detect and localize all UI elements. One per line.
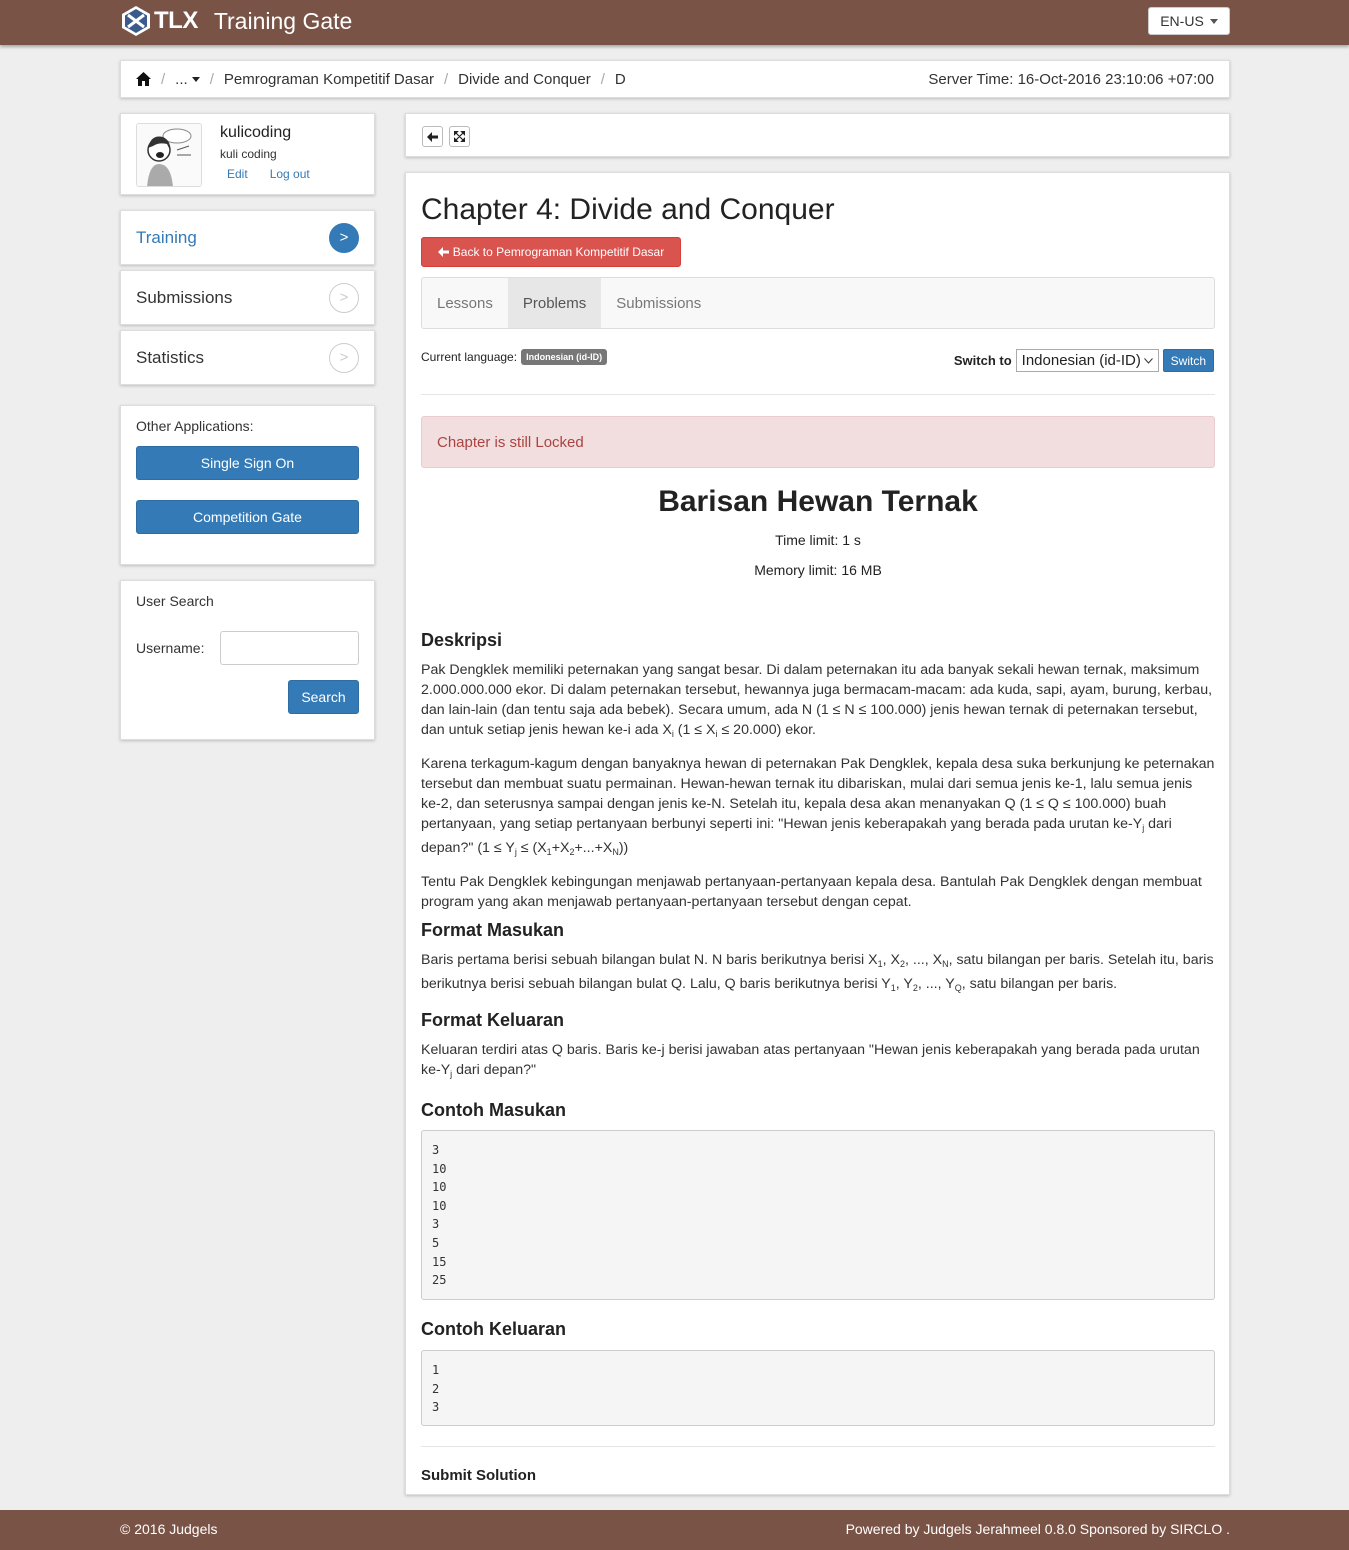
back-arrow-icon <box>437 247 449 257</box>
sidebar-item-statistics[interactable]: Statistics > <box>120 330 375 385</box>
locked-alert: Chapter is still Locked <box>421 416 1215 468</box>
sidebar-item-label: Statistics <box>136 347 205 367</box>
avatar-illustration-icon <box>137 124 201 186</box>
tlx-logo-icon <box>122 6 150 36</box>
tab-problems[interactable]: Problems <box>507 278 602 328</box>
problem-title: Barisan Hewan Ternak <box>658 485 978 518</box>
chevron-right-icon: > <box>329 342 359 373</box>
breadcrumb-more-label: ... <box>175 70 188 88</box>
server-time: Server Time: 16-Oct-2016 23:10:06 +07:00 <box>928 70 1214 88</box>
home-icon[interactable] <box>136 72 151 86</box>
description-paragraph: Pak Dengklek memiliki peternakan yang sa… <box>421 662 1213 739</box>
chevron-right-icon: > <box>329 282 359 313</box>
language-select-value: Indonesian (id-ID) <box>1021 352 1141 369</box>
tab-lessons[interactable]: Lessons <box>422 278 508 328</box>
breadcrumb-separator: / <box>209 70 214 88</box>
language-dropdown[interactable]: EN-US <box>1148 7 1230 35</box>
chapter-tabs: Lessons Problems Submissions <box>421 277 1215 329</box>
sample-output-heading: Contoh Keluaran <box>421 1319 567 1339</box>
language-switch: Switch to Indonesian (id-ID) Switch <box>954 349 1214 372</box>
user-search-title: User Search <box>136 593 214 609</box>
brand-logo-link[interactable]: TLX Training Gate <box>120 5 352 37</box>
user-search-panel: User Search Username: Search <box>120 580 375 740</box>
output-format-section: Format Keluaran Keluaran terdiri atas Q … <box>421 1010 1215 1094</box>
footer-powered-by: Powered by Judgels Jerahmeel 0.8.0 Spons… <box>845 1521 1230 1537</box>
output-format-heading: Format Keluaran <box>421 1010 565 1030</box>
back-to-course-label: Back to Pemrograman Kompetitif Dasar <box>452 245 665 259</box>
time-limit: Time limit: 1 s <box>775 532 861 548</box>
submit-solution-heading: Submit Solution <box>421 1467 536 1484</box>
user-links: Edit Log out <box>227 167 310 181</box>
user-card: kulicoding kuli coding Edit Log out <box>120 113 375 195</box>
username-label: Username: <box>136 640 205 656</box>
main-content-panel: Chapter 4: Divide and Conquer Back to Pe… <box>405 172 1230 1495</box>
switch-language-button[interactable]: Switch <box>1162 349 1214 372</box>
chapter-title: Chapter 4: Divide and Conquer <box>421 193 835 226</box>
switch-to-label: Switch to <box>953 353 1012 368</box>
footer: © 2016 Judgels Powered by Judgels Jerahm… <box>0 1510 1349 1550</box>
back-to-course-button[interactable]: Back to Pemrograman Kompetitif Dasar <box>421 237 681 267</box>
current-language: Current language: Indonesian (id-ID) <box>421 349 608 365</box>
description-heading: Deskripsi <box>421 630 503 650</box>
top-navbar: TLX Training Gate EN-US <box>0 0 1349 45</box>
chevron-down-icon <box>1143 357 1153 364</box>
input-format-heading: Format Masukan <box>421 920 565 940</box>
user-fullname: kuli coding <box>220 147 277 161</box>
sample-output-block: 123 <box>421 1350 1215 1426</box>
memory-limit: Memory limit: 16 MB <box>754 562 882 578</box>
fullscreen-icon[interactable] <box>449 126 470 147</box>
caret-down-icon <box>1209 18 1218 24</box>
sidebar-item-training[interactable]: Training > <box>120 210 375 265</box>
breadcrumb-separator: / <box>161 70 166 88</box>
breadcrumb: / ... / Pemrograman Kompetitif Dasar / D… <box>120 60 1230 98</box>
output-format-text: Keluaran terdiri atas Q baris. Baris ke-… <box>421 1042 1200 1079</box>
breadcrumb-more[interactable]: ... <box>175 71 200 88</box>
language-label: EN-US <box>1160 13 1204 29</box>
sample-output-section: Contoh Keluaran <box>421 1319 1215 1349</box>
description-section: Deskripsi Pak Dengklek memiliki peternak… <box>421 630 1215 922</box>
sample-input-heading: Contoh Masukan <box>421 1100 567 1120</box>
edit-profile-link[interactable]: Edit <box>227 167 248 181</box>
sidebar-item-label: Submissions <box>136 287 233 307</box>
divider <box>421 394 1215 395</box>
app-name: Training Gate <box>213 7 353 34</box>
breadcrumb-problem: D <box>614 70 626 88</box>
breadcrumb-separator: / <box>600 70 605 88</box>
sidebar-item-submissions[interactable]: Submissions > <box>120 270 375 325</box>
back-arrow-icon[interactable] <box>422 126 443 147</box>
logo-text: TLX <box>154 7 198 34</box>
sidebar-item-label: Training <box>136 227 197 247</box>
breadcrumb-chapter[interactable]: Divide and Conquer <box>458 71 591 88</box>
search-button[interactable]: Search <box>288 680 359 714</box>
current-language-label: Current language: <box>421 350 518 364</box>
input-format-text: Baris pertama berisi sebuah bilangan bul… <box>421 952 1214 993</box>
description-paragraph: Karena terkagum-kagum dengan banyaknya h… <box>421 756 1215 857</box>
sample-input-section: Contoh Masukan <box>421 1100 1215 1130</box>
other-applications-panel: Other Applications: Single Sign On Compe… <box>120 405 375 565</box>
username: kulicoding <box>220 124 292 141</box>
logout-link[interactable]: Log out <box>270 167 310 181</box>
tab-submissions[interactable]: Submissions <box>601 278 716 328</box>
breadcrumb-separator: / <box>443 70 449 88</box>
competition-gate-button[interactable]: Competition Gate <box>136 500 359 534</box>
footer-copyright: © 2016 Judgels <box>120 1521 218 1537</box>
single-sign-on-button[interactable]: Single Sign On <box>136 446 359 480</box>
other-applications-title: Other Applications: <box>136 418 254 434</box>
chevron-right-icon: > <box>329 222 359 253</box>
current-language-badge: Indonesian (id-ID) <box>521 349 608 365</box>
caret-down-icon <box>191 76 200 82</box>
avatar <box>136 123 202 187</box>
sample-input-block: 3 10 10 10 3 5 15 25 <box>421 1130 1215 1300</box>
toolbar-panel <box>405 113 1230 157</box>
description-paragraph: Tentu Pak Dengklek kebingungan menjawab … <box>421 874 1202 910</box>
username-search-input[interactable] <box>220 631 359 665</box>
divider <box>421 1446 1215 1447</box>
breadcrumb-course[interactable]: Pemrograman Kompetitif Dasar <box>224 71 434 88</box>
language-select[interactable]: Indonesian (id-ID) <box>1015 349 1159 372</box>
input-format-section: Format Masukan Baris pertama berisi sebu… <box>421 920 1215 1008</box>
